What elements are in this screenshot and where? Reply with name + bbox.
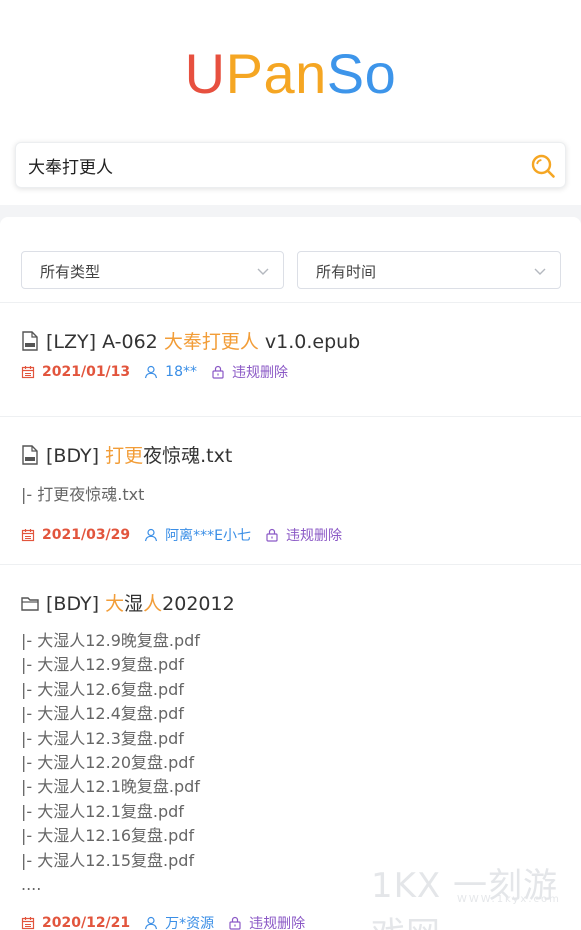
- chevron-down-icon: [257, 268, 269, 275]
- date-text: 2021/01/13: [42, 364, 131, 380]
- date-text: 2021/03/29: [42, 527, 131, 543]
- search-box: [15, 142, 566, 188]
- file-list-item: |- 大湿人12.3复盘.pdf: [21, 728, 184, 748]
- result-meta: 2021/01/13 18** 违规删除: [21, 362, 302, 382]
- report-link[interactable]: 违规删除: [228, 913, 305, 930]
- title-highlight: 人: [143, 593, 163, 615]
- result-title-row[interactable]: [BDY] 大湿人202012: [21, 589, 235, 616]
- result-title-row[interactable]: [BDY] 打更夜惊魂.txt: [21, 441, 232, 468]
- header: UPanSo: [0, 0, 581, 205]
- logo-letter: U: [184, 42, 226, 105]
- result-meta: 2020/12/21 万*资源 违规删除: [21, 913, 319, 930]
- time-select[interactable]: 所有时间: [297, 251, 561, 289]
- user-icon: [145, 528, 158, 542]
- logo-letter: S: [326, 42, 365, 105]
- result-title[interactable]: [BDY] 打更夜惊魂.txt: [46, 441, 232, 468]
- result-date: 2021/01/13: [21, 364, 130, 380]
- file-list-item: |- 大湿人12.1复盘.pdf: [21, 801, 184, 821]
- title-highlight: 打更: [105, 445, 144, 467]
- title-part: 湿: [124, 593, 144, 615]
- report-text: 违规删除: [286, 528, 343, 544]
- result-meta: 2021/03/29 阿离***E小七 违规删除: [21, 525, 356, 545]
- logo[interactable]: UPanSo: [0, 42, 581, 106]
- result-user: 万*资源: [144, 913, 214, 930]
- type-select[interactable]: 所有类型: [21, 251, 284, 289]
- results-panel: 所有类型 所有时间 [LZY] A-062 大奉打更人 v1.0.epub 20…: [0, 217, 581, 930]
- user-text: 18**: [165, 364, 197, 380]
- report-text: 违规删除: [249, 916, 306, 930]
- file-list-item: |- 大湿人12.9晚复盘.pdf: [21, 631, 200, 650]
- title-part: [BDY]: [46, 445, 106, 467]
- date-text: 2020/12/21: [42, 915, 131, 930]
- file-list-item: |- 大湿人12.9复盘.pdf: [21, 655, 184, 675]
- file-list-item: |- 大湿人12.6复盘.pdf: [21, 679, 184, 699]
- calendar-icon: [21, 917, 35, 930]
- title-part: [BDY]: [46, 593, 106, 615]
- title-part: [LZY] A-062: [46, 331, 164, 353]
- report-link[interactable]: 违规删除: [265, 525, 342, 545]
- file-list: |- 打更夜惊魂.txt: [21, 483, 144, 507]
- file-list: |- 大湿人12.9晚复盘.pdf |- 大湿人12.9复盘.pdf |- 大湿…: [21, 629, 200, 897]
- report-text: 违规删除: [231, 365, 288, 381]
- file-list-item: |- 大湿人12.1晚复盘.pdf: [21, 777, 200, 797]
- result-title[interactable]: [LZY] A-062 大奉打更人 v1.0.epub: [46, 327, 360, 354]
- file-list-item: |- 打更夜惊魂.txt: [21, 485, 145, 504]
- file-list-item: |- 大湿人12.4复盘.pdf: [21, 704, 184, 724]
- title-highlight: 大: [105, 593, 125, 615]
- user-icon: [145, 365, 158, 379]
- calendar-icon: [21, 366, 35, 379]
- report-link[interactable]: 违规删除: [211, 362, 288, 382]
- file-list-more: ....: [21, 875, 42, 895]
- file-list-item: |- 大湿人12.15复盘.pdf: [21, 850, 195, 870]
- lock-icon: [266, 528, 278, 542]
- title-part: v1.0.epub: [258, 331, 361, 353]
- title-highlight: 大奉打更人: [163, 331, 259, 353]
- type-select-value: 所有类型: [40, 263, 101, 281]
- user-text: 万*资源: [165, 916, 215, 930]
- logo-letter: n: [295, 42, 327, 105]
- result-item[interactable]: [BDY] 打更夜惊魂.txt |- 打更夜惊魂.txt 2021/03/29 …: [0, 417, 581, 565]
- result-user: 18**: [144, 364, 197, 380]
- title-part: 202012: [162, 593, 235, 615]
- result-item[interactable]: [BDY] 大湿人202012 |- 大湿人12.9晚复盘.pdf |- 大湿人…: [0, 565, 581, 930]
- result-title-row[interactable]: [LZY] A-062 大奉打更人 v1.0.epub: [21, 327, 360, 354]
- filter-bar: 所有类型 所有时间: [0, 217, 581, 303]
- logo-letter: a: [263, 42, 296, 105]
- result-date: 2021/03/29: [21, 527, 130, 543]
- result-user: 阿离***E小七: [144, 525, 251, 545]
- result-title[interactable]: [BDY] 大湿人202012: [46, 589, 235, 616]
- result-item[interactable]: [LZY] A-062 大奉打更人 v1.0.epub 2021/01/13 1…: [0, 303, 581, 417]
- calendar-icon: [21, 529, 35, 542]
- file-icon: [22, 444, 38, 465]
- file-list-item: |- 大湿人12.16复盘.pdf: [21, 826, 195, 846]
- search-icon[interactable]: [529, 152, 557, 180]
- result-date: 2020/12/21: [21, 915, 130, 930]
- lock-icon: [229, 916, 241, 930]
- logo-letter: P: [225, 42, 264, 105]
- logo-letter: o: [364, 42, 397, 105]
- file-list-item: |- 大湿人12.20复盘.pdf: [21, 753, 195, 773]
- folder-icon: [21, 596, 39, 611]
- title-part: 夜惊魂.txt: [143, 445, 233, 467]
- lock-icon: [212, 365, 224, 379]
- user-text: 阿离***E小七: [165, 528, 252, 544]
- user-icon: [145, 916, 158, 930]
- file-icon: [22, 330, 38, 351]
- search-input[interactable]: [28, 143, 528, 187]
- chevron-down-icon: [534, 268, 546, 275]
- time-select-value: 所有时间: [316, 263, 377, 281]
